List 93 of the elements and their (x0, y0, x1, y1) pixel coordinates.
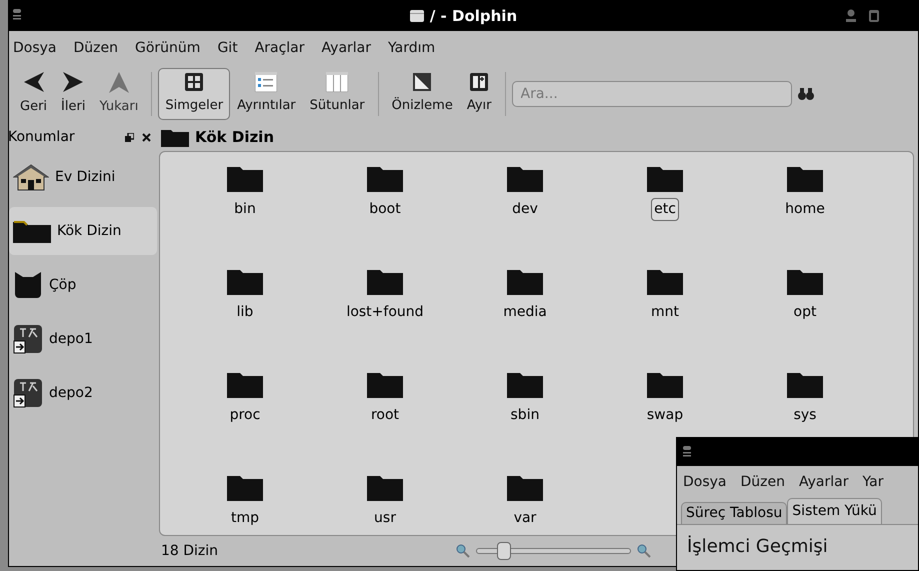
folder-icon (227, 164, 263, 192)
folder-name[interactable]: lib (234, 301, 256, 324)
folder-icon (227, 473, 263, 501)
folder-name[interactable]: etc (651, 198, 679, 221)
folder-icon (507, 164, 543, 192)
folder-icon (161, 127, 189, 147)
menu-item[interactable]: Git (217, 38, 238, 58)
up-arrow-icon (108, 71, 130, 94)
forward-arrow-icon (61, 71, 86, 94)
house-icon (13, 164, 49, 190)
toolbar-button[interactable]: İleri (54, 68, 92, 120)
menu-item[interactable]: Görünüm (135, 38, 200, 58)
folder-icon (367, 267, 403, 295)
folder-name[interactable]: boot (366, 198, 404, 221)
trash-icon (13, 270, 43, 300)
place-item[interactable]: Ev Dizini (9, 153, 157, 201)
place-item[interactable]: Kök Dizin (9, 207, 157, 255)
zoom-in-icon[interactable] (637, 544, 652, 558)
section-heading: İşlemci Geçmişi (687, 536, 828, 557)
breadcrumb[interactable]: Kök Dizin (195, 126, 274, 148)
folder-icon (410, 9, 424, 23)
folder-icon (507, 267, 543, 295)
toolbar-button[interactable]: Geri (13, 68, 54, 120)
slider-thumb[interactable] (497, 542, 512, 560)
folder-name[interactable]: home (782, 198, 828, 221)
menu-item[interactable]: Ayarlar (799, 472, 848, 492)
grid-view-icon (184, 72, 204, 92)
folder-icon (647, 267, 683, 295)
menu-item[interactable]: Dosya (683, 472, 727, 492)
details-view-icon (255, 72, 278, 92)
menu-item[interactable]: Düzen (740, 472, 786, 492)
folder-name[interactable]: tmp (228, 507, 262, 530)
folder-icon (367, 473, 403, 501)
folder-name[interactable]: mnt (648, 301, 682, 324)
window-title: / - Dolphin (430, 6, 518, 27)
minimize-icon[interactable] (846, 9, 856, 22)
folder-icon (507, 473, 543, 501)
toolbar-button[interactable]: Simgeler (158, 68, 230, 120)
folder-icon (13, 218, 51, 244)
toolbar-button[interactable]: Önizleme (384, 68, 460, 120)
folder-name[interactable]: usr (371, 507, 399, 530)
maximize-icon[interactable] (869, 9, 879, 22)
menu-item[interactable]: Yardım (388, 38, 436, 58)
folder-name[interactable]: opt (790, 301, 820, 324)
folder-icon (507, 370, 543, 398)
tab[interactable]: Sistem Yükü (787, 498, 882, 524)
folder-name[interactable]: sys (790, 404, 820, 427)
folder-name[interactable]: var (510, 507, 540, 530)
split-view-icon (469, 72, 490, 92)
folder-name[interactable]: media (500, 301, 550, 324)
place-item[interactable]: depo2 (9, 369, 157, 417)
folder-icon (647, 370, 683, 398)
menu-item[interactable]: Düzen (74, 38, 118, 58)
folder-icon (787, 164, 823, 192)
folder-name[interactable]: dev (509, 198, 541, 221)
preview-icon (412, 72, 432, 92)
toolbar-button[interactable]: Sütunlar (302, 68, 372, 120)
back-arrow-icon (22, 71, 46, 94)
float-icon[interactable] (125, 132, 134, 142)
status-text: 18 Dizin (161, 542, 218, 560)
binoculars-icon[interactable] (798, 87, 814, 101)
menu-icon[interactable] (13, 9, 21, 21)
panel-title: Konumlar (8, 128, 75, 146)
menu-item[interactable]: Yar (862, 472, 884, 492)
folder-icon (367, 370, 403, 398)
close-icon[interactable] (142, 132, 151, 142)
folder-icon (647, 164, 683, 192)
place-item[interactable]: depo1 (9, 315, 157, 363)
folder-name[interactable]: swap (644, 404, 686, 427)
folder-icon (787, 370, 823, 398)
tab[interactable]: Süreç Tablosu (681, 502, 788, 524)
menu-item[interactable]: Araçlar (254, 38, 305, 58)
folder-name[interactable]: root (368, 404, 402, 427)
place-item[interactable]: Çöp (9, 261, 157, 309)
folder-icon (227, 267, 263, 295)
toolbar-button[interactable]: Ayrıntılar (230, 68, 303, 120)
folder-name[interactable]: bin (231, 198, 259, 221)
folder-icon (367, 164, 403, 192)
zoom-slider[interactable] (476, 542, 632, 560)
drive-icon (13, 378, 43, 408)
search-field[interactable]: Ara... (512, 81, 792, 107)
folder-name[interactable]: lost+found (343, 301, 427, 324)
columns-view-icon (326, 72, 348, 92)
zoom-out-icon[interactable] (456, 544, 470, 558)
folder-icon (227, 370, 263, 398)
menu-item[interactable]: Dosya (13, 38, 57, 58)
menu-item[interactable]: Ayarlar (322, 38, 372, 58)
menu-icon[interactable] (683, 446, 691, 458)
toolbar-button[interactable]: Ayır (460, 68, 498, 120)
folder-icon (787, 267, 823, 295)
folder-name[interactable]: sbin (508, 404, 542, 427)
folder-name[interactable]: proc (226, 404, 264, 427)
drive-icon (13, 324, 43, 354)
